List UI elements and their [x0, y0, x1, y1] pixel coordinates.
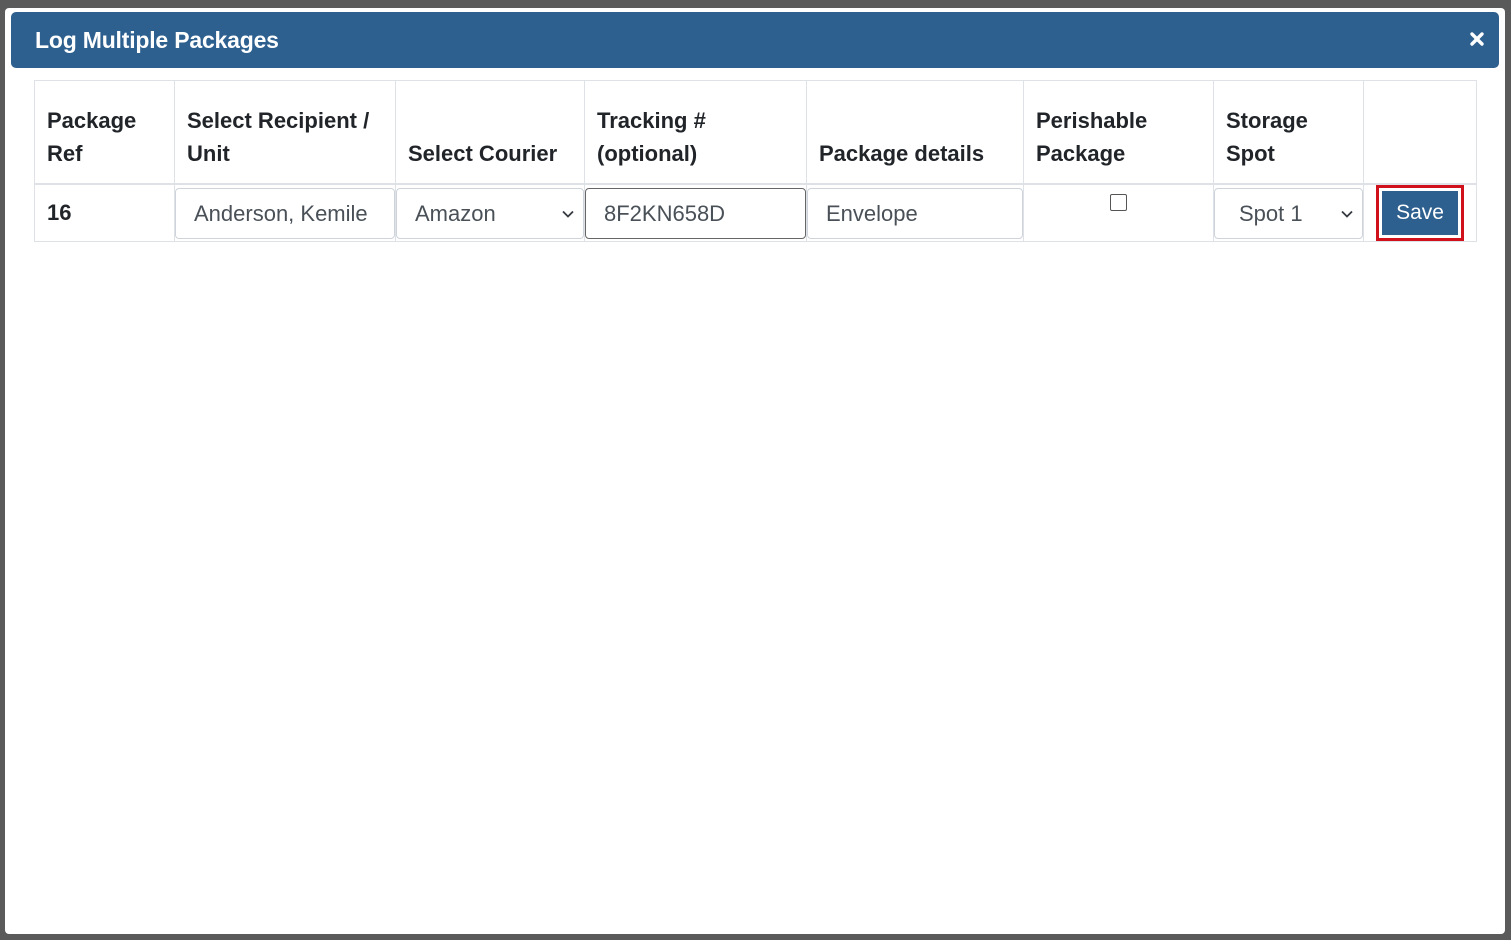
header-recipient: Select Recipient / Unit — [174, 80, 396, 185]
package-details-input[interactable]: Envelope — [807, 187, 1023, 239]
header-action — [1363, 80, 1477, 185]
save-button[interactable]: Save — [1376, 185, 1464, 241]
close-icon[interactable] — [1467, 29, 1487, 49]
log-packages-modal: Log Multiple Packages Package Ref Select… — [5, 8, 1505, 934]
storage-cell: Spot 1 — [1213, 183, 1364, 242]
table-row: 16 Anderson, Kemile Amazon 8F2KN658D Env… — [34, 183, 1477, 242]
perishable-cell — [1023, 183, 1214, 242]
storage-spot-select[interactable]: Spot 1 — [1214, 187, 1363, 239]
header-storage-spot: Storage Spot — [1213, 80, 1364, 185]
packages-table: Package Ref Select Recipient / Unit Sele… — [34, 80, 1477, 242]
header-courier: Select Courier — [395, 80, 585, 185]
recipient-cell: Anderson, Kemile — [174, 183, 396, 242]
header-tracking: Tracking # (optional) — [584, 80, 807, 185]
courier-cell: Amazon — [395, 183, 585, 242]
perishable-checkbox[interactable] — [1110, 194, 1127, 211]
courier-selected-value: Amazon — [415, 200, 496, 226]
table-header-row: Package Ref Select Recipient / Unit Sele… — [34, 80, 1477, 185]
header-perishable: Perishable Package — [1023, 80, 1214, 185]
chevron-down-icon — [1341, 210, 1353, 218]
tracking-cell: 8F2KN658D — [584, 183, 807, 242]
chevron-down-icon — [562, 210, 574, 218]
header-package-details: Package details — [806, 80, 1024, 185]
recipient-input[interactable]: Anderson, Kemile — [175, 187, 395, 239]
storage-selected-value: Spot 1 — [1239, 200, 1303, 226]
action-cell: Save — [1363, 183, 1477, 242]
package-ref-value: 16 — [34, 183, 175, 242]
header-package-ref: Package Ref — [34, 80, 175, 185]
courier-select[interactable]: Amazon — [396, 187, 584, 239]
modal-title: Log Multiple Packages — [35, 27, 279, 53]
tracking-input[interactable]: 8F2KN658D — [585, 187, 806, 239]
details-cell: Envelope — [806, 183, 1024, 242]
modal-header: Log Multiple Packages — [11, 12, 1499, 68]
